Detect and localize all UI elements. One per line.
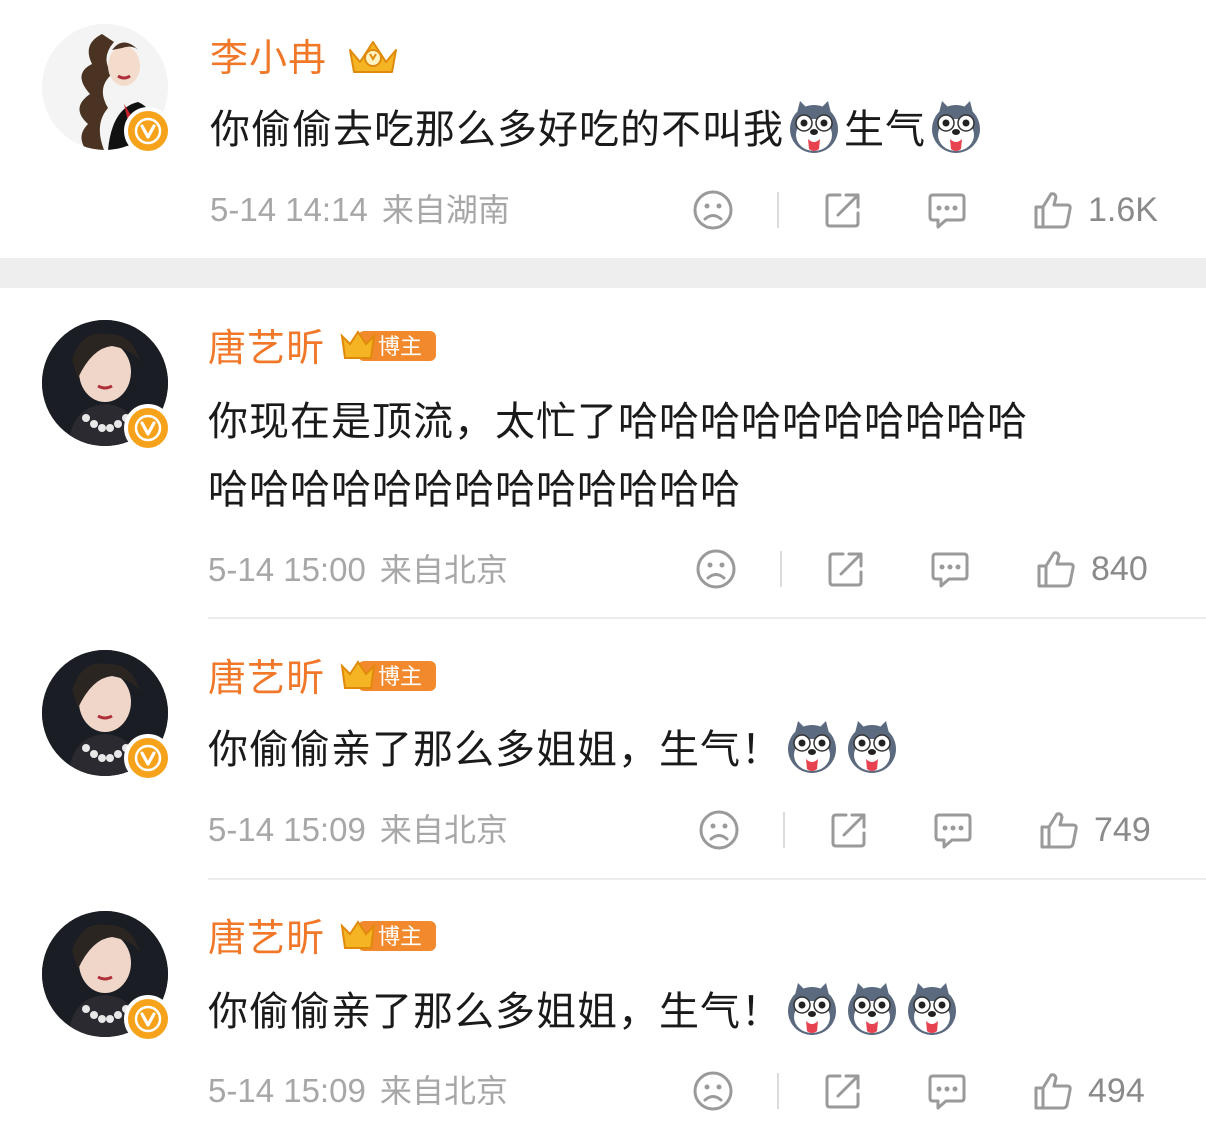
husky-emoji-icon <box>786 99 842 155</box>
comment-text-part: 你偷偷去吃那么多好吃的不叫我 <box>210 107 784 153</box>
dislike-button[interactable] <box>692 1070 734 1112</box>
comment-text-line: 哈哈哈哈哈哈哈哈哈哈哈哈哈 <box>208 467 741 513</box>
timestamp: 5-14 15:09 <box>208 1072 366 1109</box>
username[interactable]: 唐艺昕 <box>208 656 325 700</box>
blogger-label: 博主 <box>378 335 422 360</box>
like-count: 494 <box>1088 1071 1145 1110</box>
location: 来自北京 <box>379 1072 508 1110</box>
comment-icon <box>926 189 968 231</box>
divider <box>777 1073 779 1109</box>
share-icon <box>828 809 870 851</box>
comment-meta: 5-14 15:09 来自北京 <box>208 1071 508 1111</box>
blogger-badge: 博主 <box>340 330 436 361</box>
comment-text: 你偷偷亲了那么多姐姐，生气！ <box>208 978 1168 1046</box>
verified-v-icon <box>124 107 172 155</box>
divider <box>208 878 1206 880</box>
reply-button[interactable] <box>929 548 971 590</box>
husky-emoji-icon <box>844 719 900 775</box>
location: 来自北京 <box>379 811 508 849</box>
like-button[interactable]: 749 <box>1038 809 1151 851</box>
like-count: 749 <box>1094 810 1151 849</box>
share-button[interactable] <box>828 809 870 851</box>
username[interactable]: 唐艺昕 <box>208 326 325 370</box>
crown-icon <box>346 38 400 78</box>
thumbs-up-icon <box>1035 548 1077 590</box>
sad-face-icon <box>698 809 740 851</box>
timestamp: 5-14 15:09 <box>208 811 366 848</box>
comment-text: 你偷偷亲了那么多姐姐，生气！ <box>208 716 1168 784</box>
blogger-label: 博主 <box>378 925 422 950</box>
share-icon <box>822 1070 864 1112</box>
comment-icon <box>932 809 974 851</box>
comment-text-part: 你偷偷亲了那么多姐姐，生气！ <box>208 727 782 773</box>
verified-v-icon <box>124 734 172 782</box>
share-icon <box>822 189 864 231</box>
blogger-badge: 博主 <box>340 660 436 691</box>
dislike-button[interactable] <box>695 548 737 590</box>
blogger-badge: 博主 <box>340 920 436 951</box>
dislike-button[interactable] <box>692 189 734 231</box>
location: 来自湖南 <box>381 191 510 229</box>
like-button[interactable]: 1.6K <box>1032 189 1158 231</box>
husky-emoji-icon <box>928 99 984 155</box>
share-button[interactable] <box>825 548 867 590</box>
comment-icon <box>926 1070 968 1112</box>
comment-text: 你偷偷去吃那么多好吃的不叫我 生气 <box>210 96 1170 164</box>
username[interactable]: 唐艺昕 <box>208 916 325 960</box>
husky-emoji-icon <box>784 719 840 775</box>
like-button[interactable]: 840 <box>1035 548 1148 590</box>
divider <box>777 192 779 228</box>
comment-text-part: 生气 <box>844 107 926 153</box>
sad-face-icon <box>695 548 737 590</box>
thumbs-up-icon <box>1038 809 1080 851</box>
username[interactable]: 李小冉 <box>210 36 327 80</box>
verified-v-icon <box>124 995 172 1043</box>
like-count: 840 <box>1091 549 1148 588</box>
timestamp: 5-14 14:14 <box>210 191 368 228</box>
comment-meta: 5-14 15:09 来自北京 <box>208 810 508 850</box>
verified-v-icon <box>124 404 172 452</box>
comment-meta: 5-14 15:00 来自北京 <box>208 550 508 590</box>
comment-meta: 5-14 14:14 来自湖南 <box>210 190 510 230</box>
comment-icon <box>929 548 971 590</box>
like-count: 1.6K <box>1088 190 1158 229</box>
share-button[interactable] <box>822 189 864 231</box>
divider <box>780 551 782 587</box>
like-button[interactable]: 494 <box>1032 1070 1145 1112</box>
dislike-button[interactable] <box>698 809 740 851</box>
thumbs-up-icon <box>1032 189 1074 231</box>
husky-emoji-icon <box>844 981 900 1037</box>
divider <box>783 812 785 848</box>
reply-button[interactable] <box>926 189 968 231</box>
timestamp: 5-14 15:00 <box>208 551 366 588</box>
reply-button[interactable] <box>926 1070 968 1112</box>
husky-emoji-icon <box>784 981 840 1037</box>
husky-emoji-icon <box>904 981 960 1037</box>
comment-text: 你现在是顶流，太忙了哈哈哈哈哈哈哈哈哈哈 哈哈哈哈哈哈哈哈哈哈哈哈哈 <box>208 388 1168 524</box>
sad-face-icon <box>692 1070 734 1112</box>
thumbs-up-icon <box>1032 1070 1074 1112</box>
section-separator <box>0 258 1206 288</box>
location: 来自北京 <box>379 551 508 589</box>
comment-text-part: 你偷偷亲了那么多姐姐，生气！ <box>208 989 782 1035</box>
share-button[interactable] <box>822 1070 864 1112</box>
reply-button[interactable] <box>932 809 974 851</box>
blogger-label: 博主 <box>378 665 422 690</box>
comment-text-line: 你现在是顶流，太忙了哈哈哈哈哈哈哈哈哈哈 <box>208 399 1028 445</box>
sad-face-icon <box>692 189 734 231</box>
divider <box>208 617 1206 619</box>
share-icon <box>825 548 867 590</box>
